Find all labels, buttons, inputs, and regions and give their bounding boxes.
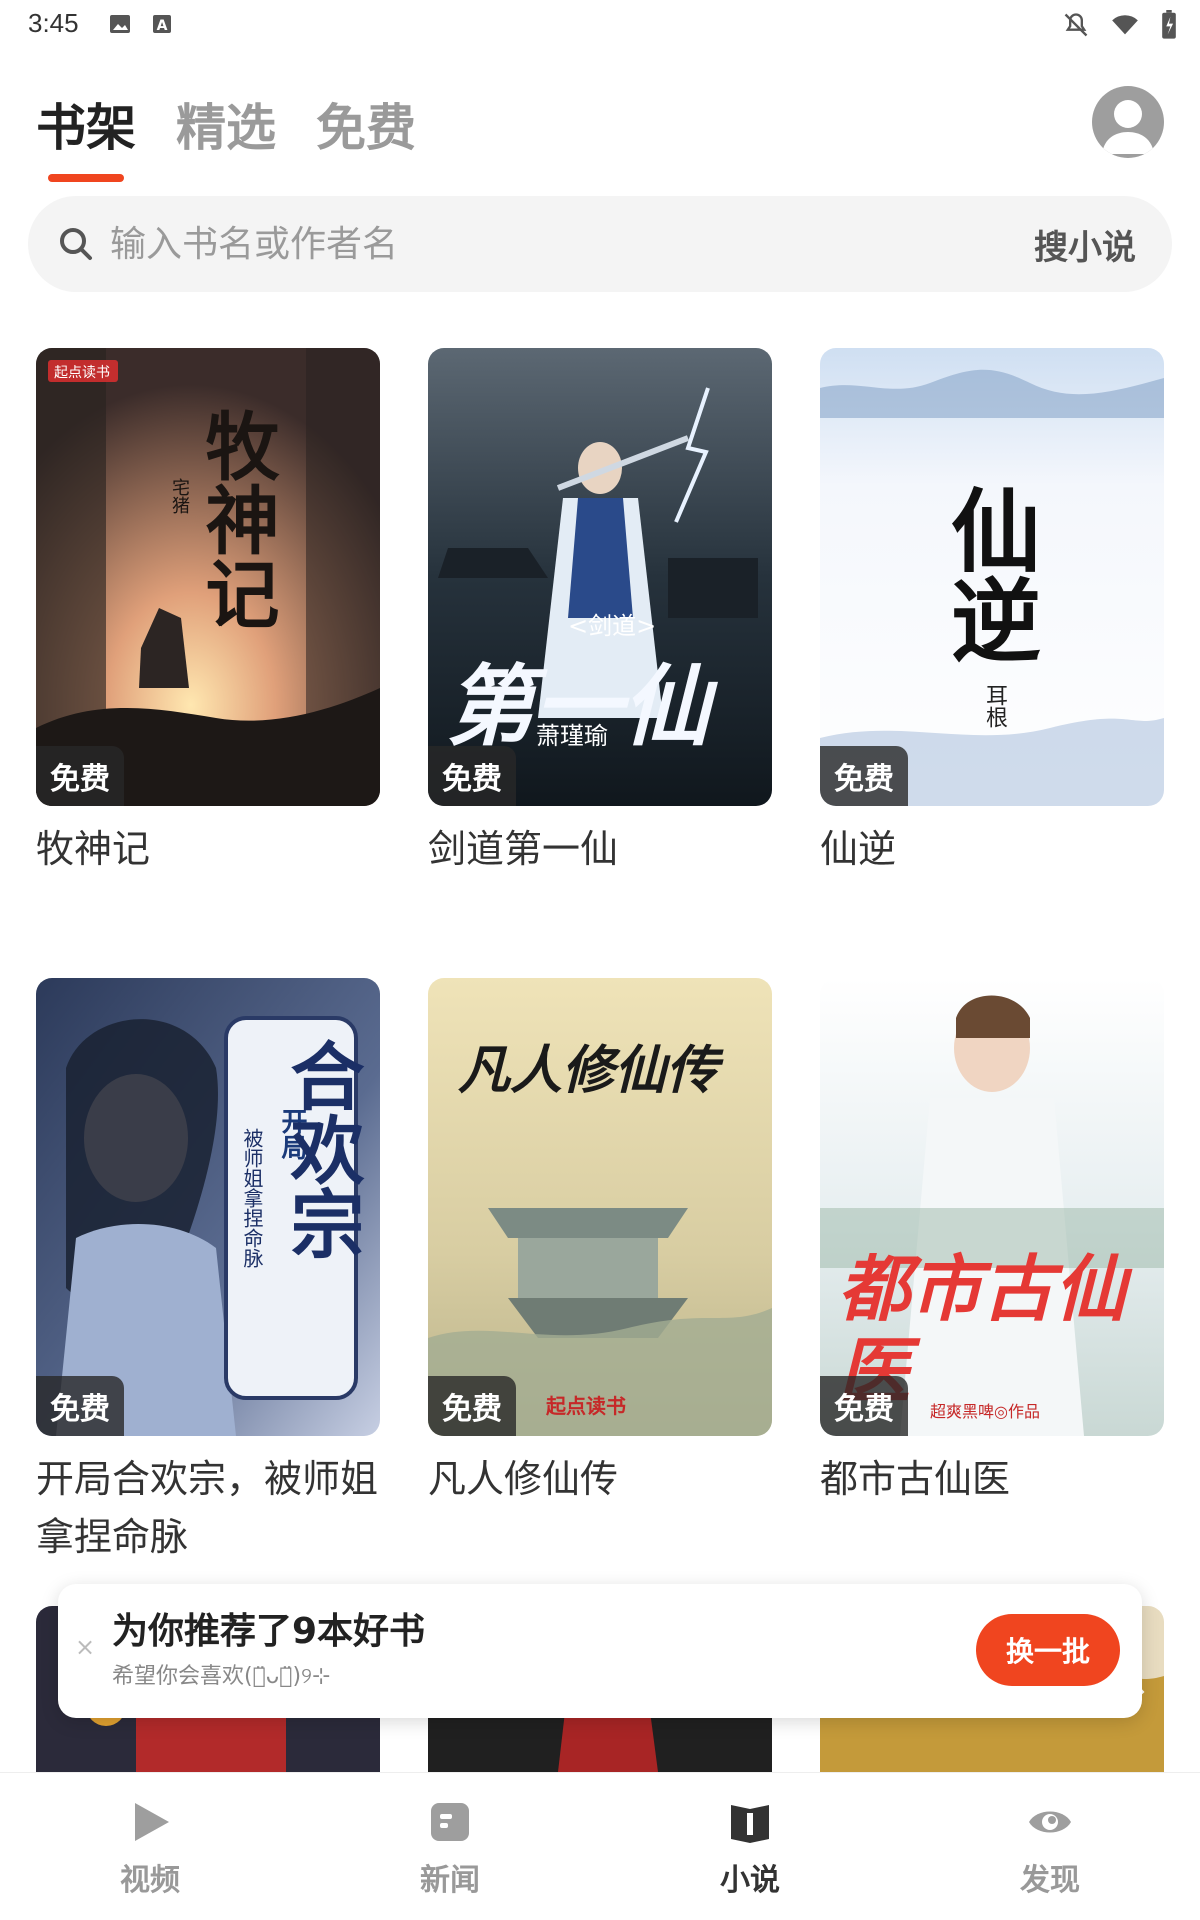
recommend-title: 为你推荐了9本好书 bbox=[112, 1611, 426, 1652]
book-cover[interactable]: 开局 合欢宗 被师姐拿捏命脉 免费 bbox=[36, 978, 380, 1436]
cover-title: 凡人修仙传 bbox=[458, 1040, 719, 1101]
book-cover[interactable]: 仙逆 耳根 免费 bbox=[820, 348, 1164, 806]
top-tabs: 书架 精选 免费 bbox=[36, 88, 416, 160]
free-badge: 免费 bbox=[36, 746, 124, 806]
cover-title: 仙逆 bbox=[935, 484, 1041, 664]
free-badge: 免费 bbox=[820, 746, 908, 806]
book-cover[interactable]: 凡人修仙传 起点读书 免费 bbox=[428, 978, 772, 1436]
mute-icon bbox=[1064, 13, 1088, 37]
tab-featured[interactable]: 精选 bbox=[176, 88, 276, 160]
book-item[interactable]: 都市古仙医 超爽黑啤◎作品 免费 都市古仙医 bbox=[820, 978, 1164, 1508]
search-button[interactable]: 搜小说 bbox=[1034, 220, 1136, 269]
cover-author: 萧瑾瑜 bbox=[536, 722, 608, 750]
recommend-subtitle: 希望你会喜欢(ด̈ᴗด̈)୨⊹ bbox=[112, 1664, 331, 1689]
nav-label: 新闻 bbox=[420, 1863, 480, 1898]
avatar[interactable] bbox=[1092, 86, 1164, 158]
cover-author: 超爽黑啤◎作品 bbox=[930, 1402, 1040, 1421]
book-title[interactable]: 剑道第一仙 bbox=[428, 820, 772, 878]
nav-item-news[interactable]: 新闻 bbox=[300, 1773, 600, 1920]
free-badge: 免费 bbox=[820, 1376, 908, 1436]
cover-subtitle: 被师姐拿捏命脉 bbox=[240, 1128, 264, 1268]
book-cover[interactable]: 都市古仙医 超爽黑啤◎作品 免费 bbox=[820, 978, 1164, 1436]
cover-brand: 起点读书 bbox=[54, 365, 110, 381]
book-cover[interactable]: <剑道> 第一仙 萧瑾瑜 免费 bbox=[428, 348, 772, 806]
book-item[interactable]: 凡人修仙传 起点读书 免费 凡人修仙传 bbox=[428, 978, 772, 1508]
status-icons bbox=[1062, 10, 1178, 40]
wifi-icon bbox=[1112, 15, 1138, 35]
gallery-icon bbox=[110, 15, 130, 33]
search-icon bbox=[60, 228, 92, 260]
book-item[interactable]: 起点读书 牧神记 宅猪 免费 牧神记 bbox=[36, 348, 380, 878]
status-time: 3:45 bbox=[28, 8, 79, 38]
book-icon bbox=[731, 1805, 769, 1843]
svg-text:A: A bbox=[157, 18, 168, 34]
cover-author: 耳根 bbox=[982, 684, 1007, 728]
news-icon bbox=[431, 1803, 469, 1841]
book-title[interactable]: 仙逆 bbox=[820, 820, 1164, 878]
book-title[interactable]: 都市古仙医 bbox=[820, 1450, 1164, 1508]
tab-bookshelf[interactable]: 书架 bbox=[36, 88, 136, 160]
nav-item-novel[interactable]: 小说 bbox=[600, 1773, 900, 1920]
book-item[interactable]: 开局 合欢宗 被师姐拿捏命脉 免费 开局合欢宗，被师姐拿捏命脉 bbox=[36, 978, 380, 1566]
nav-item-discover[interactable]: 发现 bbox=[900, 1773, 1200, 1920]
free-badge: 免费 bbox=[428, 746, 516, 806]
tab-free[interactable]: 免费 bbox=[316, 88, 416, 160]
nav-label: 发现 bbox=[1020, 1863, 1080, 1898]
nav-label: 视频 bbox=[120, 1863, 180, 1898]
font-icon: A bbox=[153, 15, 171, 34]
free-badge: 免费 bbox=[428, 1376, 516, 1436]
close-icon[interactable]: × bbox=[72, 1634, 98, 1660]
refresh-batch-button[interactable]: 换一批 bbox=[976, 1614, 1120, 1686]
nav-label: 小说 bbox=[720, 1863, 780, 1898]
cover-title: 合欢宗 bbox=[278, 1038, 364, 1260]
bottom-nav: 视频 新闻 小说 发现 bbox=[0, 1772, 1200, 1920]
search-bar[interactable]: 搜小说 bbox=[28, 196, 1172, 292]
cover-brand: 起点读书 bbox=[546, 1394, 626, 1418]
battery-icon bbox=[1162, 10, 1176, 39]
book-title[interactable]: 凡人修仙传 bbox=[428, 1450, 772, 1508]
eye-icon bbox=[1029, 1811, 1071, 1833]
play-icon bbox=[135, 1803, 169, 1841]
user-icon bbox=[1102, 100, 1154, 154]
cover-title: 牧神记 bbox=[193, 408, 279, 630]
book-title[interactable]: 牧神记 bbox=[36, 820, 380, 878]
book-cover[interactable]: 起点读书 牧神记 宅猪 免费 bbox=[36, 348, 380, 806]
book-item[interactable]: <剑道> 第一仙 萧瑾瑜 免费 剑道第一仙 bbox=[428, 348, 772, 878]
cover-author: 宅猪 bbox=[169, 478, 190, 514]
book-item[interactable]: 仙逆 耳根 免费 仙逆 bbox=[820, 348, 1164, 878]
search-input[interactable] bbox=[110, 223, 1034, 265]
recommend-banner: × 为你推荐了9本好书 希望你会喜欢(ด̈ᴗด̈)୨⊹ 换一批 bbox=[58, 1584, 1142, 1718]
free-badge: 免费 bbox=[36, 1376, 124, 1436]
status-bar: 3:45 A bbox=[0, 0, 1200, 50]
nav-item-video[interactable]: 视频 bbox=[0, 1773, 300, 1920]
book-title[interactable]: 开局合欢宗，被师姐拿捏命脉 bbox=[36, 1450, 380, 1566]
